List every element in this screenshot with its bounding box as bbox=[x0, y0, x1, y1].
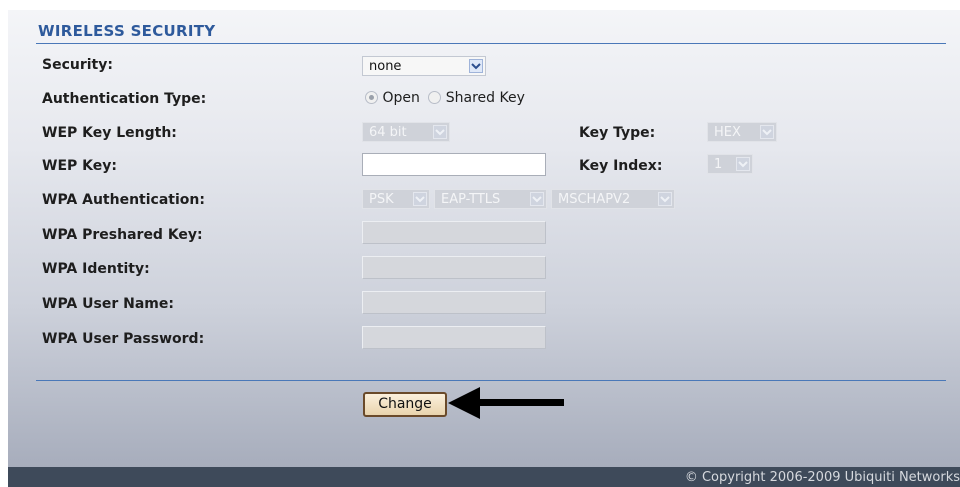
key-type-select[interactable]: HEX bbox=[707, 122, 777, 142]
copyright-text: © Copyright 2006-2009 Ubiquiti Networks bbox=[684, 470, 960, 485]
auth-type-group: Open Shared Key bbox=[365, 90, 525, 106]
arrow-left-icon bbox=[448, 387, 564, 419]
key-type-value: HEX bbox=[714, 125, 741, 140]
chevron-down-icon bbox=[658, 192, 672, 206]
wpa-auth-mschap-value: MSCHAPV2 bbox=[558, 192, 631, 207]
change-button[interactable]: Change bbox=[363, 392, 447, 417]
title-divider bbox=[36, 43, 946, 44]
wpa-password-input[interactable] bbox=[362, 326, 546, 349]
wpa-identity-input[interactable] bbox=[362, 256, 546, 279]
chevron-down-icon bbox=[469, 59, 483, 73]
wpa-preshared-input[interactable] bbox=[362, 221, 546, 244]
wpa-auth-psk-value: PSK bbox=[369, 192, 394, 207]
wpa-preshared-label: WPA Preshared Key: bbox=[42, 227, 203, 243]
wep-key-length-value: 64 bit bbox=[369, 125, 407, 140]
wpa-identity-label: WPA Identity: bbox=[42, 261, 150, 277]
footer-bar: © Copyright 2006-2009 Ubiquiti Networks bbox=[8, 467, 960, 487]
auth-type-label: Authentication Type: bbox=[42, 91, 207, 107]
key-index-label: Key Index: bbox=[579, 158, 663, 174]
auth-open-label: Open bbox=[382, 90, 420, 106]
wep-key-length-label: WEP Key Length: bbox=[42, 125, 177, 141]
wep-key-input[interactable] bbox=[362, 153, 546, 176]
wpa-password-label: WPA User Password: bbox=[42, 331, 205, 347]
wpa-auth-mschap-select[interactable]: MSCHAPV2 bbox=[551, 189, 675, 209]
key-index-value: 1 bbox=[714, 157, 723, 172]
chevron-down-icon bbox=[433, 125, 447, 139]
wpa-username-input[interactable] bbox=[362, 291, 546, 314]
wpa-auth-label: WPA Authentication: bbox=[42, 192, 205, 208]
wep-key-label: WEP Key: bbox=[42, 158, 117, 174]
key-index-select[interactable]: 1 bbox=[707, 154, 753, 174]
chevron-down-icon bbox=[413, 192, 427, 206]
chevron-down-icon bbox=[760, 125, 774, 139]
auth-open-radio[interactable] bbox=[365, 91, 378, 104]
chevron-down-icon bbox=[530, 192, 544, 206]
wep-key-length-select[interactable]: 64 bit bbox=[362, 122, 450, 142]
security-select[interactable]: none bbox=[362, 56, 486, 76]
wpa-auth-psk-select[interactable]: PSK bbox=[362, 189, 430, 209]
security-select-value: none bbox=[369, 59, 402, 74]
section-title: WIRELESS SECURITY bbox=[38, 22, 216, 40]
form-divider bbox=[36, 380, 946, 381]
key-type-label: Key Type: bbox=[579, 125, 656, 141]
wpa-username-label: WPA User Name: bbox=[42, 296, 174, 312]
auth-shared-label: Shared Key bbox=[445, 90, 525, 106]
auth-shared-radio[interactable] bbox=[428, 91, 442, 104]
wpa-auth-eap-select[interactable]: EAP-TTLS bbox=[434, 189, 547, 209]
chevron-down-icon bbox=[736, 157, 750, 171]
wpa-auth-eap-value: EAP-TTLS bbox=[441, 192, 501, 207]
security-label: Security: bbox=[42, 57, 113, 73]
